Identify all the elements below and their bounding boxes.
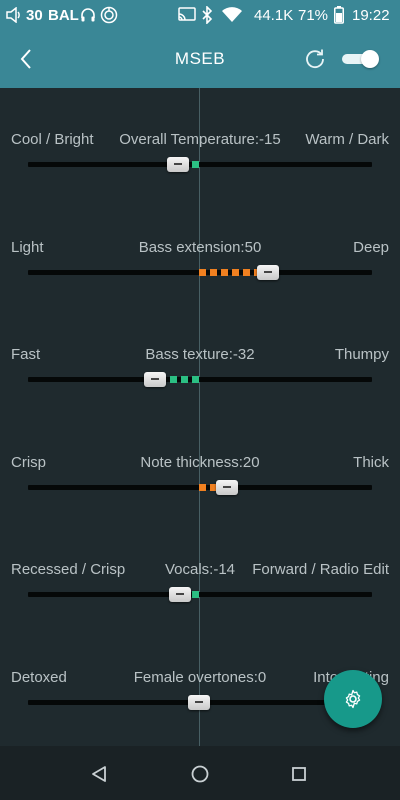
volume-value: 30 — [26, 6, 43, 24]
slider-fill — [0, 269, 400, 276]
square-recents-icon — [292, 767, 306, 781]
headphones-icon — [80, 5, 96, 25]
slider-max-label: Thumpy — [334, 346, 389, 363]
chevron-left-icon — [20, 49, 31, 69]
cast-icon — [177, 5, 197, 25]
bluetooth-icon — [201, 5, 213, 25]
slider-thumb[interactable] — [188, 695, 210, 710]
nav-recents-button[interactable] — [288, 763, 310, 785]
slider-value-dot — [210, 269, 217, 276]
slider-list: Cool / Bright Overall Temperature:-15 Wa… — [0, 88, 400, 746]
slider-max-label: Thick — [353, 454, 389, 471]
slider-row-vocals: Recessed / Crisp Vocals:-14 Forward / Ra… — [0, 561, 400, 621]
slider-max-label: Deep — [353, 239, 389, 256]
sample-rate: 44.1K — [254, 6, 294, 24]
slider-max-label: Warm / Dark — [305, 131, 389, 148]
battery-icon — [334, 5, 344, 25]
slider-value-dot — [181, 376, 188, 383]
back-button[interactable] — [12, 45, 40, 73]
slider-value-dot — [243, 269, 250, 276]
slider-row-bass-extension: Light Bass extension:50 Deep — [0, 239, 400, 299]
slider-row-overall-temperature: Cool / Bright Overall Temperature:-15 Wa… — [0, 131, 400, 191]
slider-max-label: Forward / Radio Edit — [252, 561, 389, 578]
refresh-icon — [306, 49, 324, 69]
slider-row-bass-texture: Fast Bass texture:-32 Thumpy — [0, 346, 400, 406]
reset-button[interactable] — [302, 46, 328, 72]
slider-thumb[interactable] — [168, 587, 191, 602]
slider-value-dot — [199, 484, 206, 491]
slider-value-dot — [192, 376, 199, 383]
nav-home-button[interactable] — [189, 763, 211, 785]
enable-toggle[interactable] — [340, 49, 380, 69]
system-nav-bar — [0, 746, 400, 800]
triangle-back-icon — [92, 766, 106, 782]
status-bar: 30 BAL 44.1K 71% 19:22 — [0, 0, 400, 30]
nav-back-button[interactable] — [88, 763, 110, 785]
gear-icon — [345, 689, 361, 709]
circle-home-icon — [191, 765, 209, 783]
slider-thumb[interactable] — [167, 157, 190, 172]
slider-value-dot — [192, 591, 199, 598]
app-bar: MSEB — [0, 30, 400, 88]
slider-thumb[interactable] — [257, 265, 279, 280]
slider-value-dot — [232, 269, 239, 276]
slider-row-note-thickness: Crisp Note thickness:20 Thick — [0, 454, 400, 514]
slider-value-dot — [199, 269, 206, 276]
app-notification-icon — [100, 5, 118, 25]
battery-percent: 71% — [298, 6, 329, 24]
slider-thumb[interactable] — [143, 372, 166, 387]
slider-value-dot — [192, 161, 199, 168]
slider-fill — [0, 161, 400, 168]
slider-fill — [0, 376, 400, 383]
balance-label: BAL — [48, 6, 79, 24]
settings-fab[interactable] — [324, 670, 382, 728]
slider-title: Note thickness:20 — [140, 454, 260, 471]
wifi-icon — [222, 5, 242, 25]
volume-icon — [6, 5, 24, 25]
slider-value-dot — [221, 269, 228, 276]
slider-fill — [0, 591, 400, 598]
slider-title: Bass extension:50 — [138, 239, 262, 256]
slider-fill — [0, 484, 400, 491]
slider-thumb[interactable] — [215, 480, 238, 495]
toggle-knob — [361, 50, 379, 68]
clock: 19:22 — [352, 6, 390, 24]
slider-value-dot — [170, 376, 177, 383]
